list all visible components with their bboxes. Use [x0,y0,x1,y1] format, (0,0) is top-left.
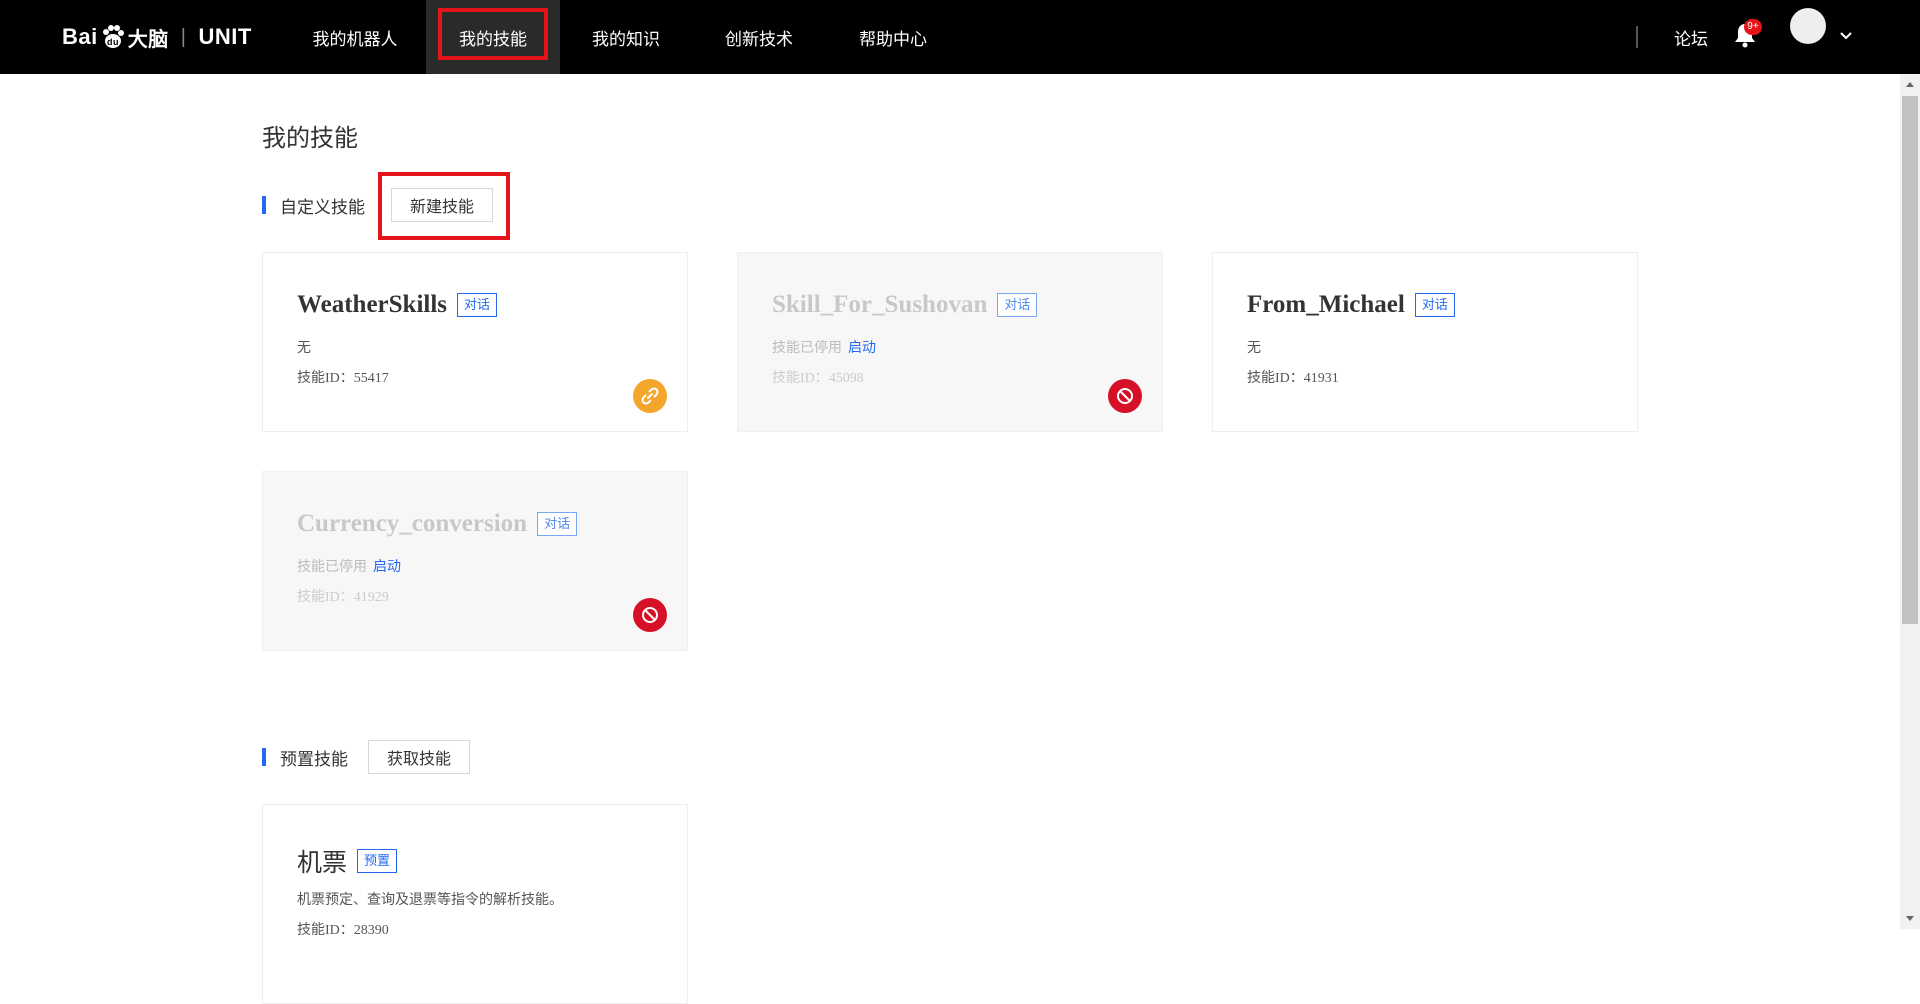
skill-card[interactable]: Skill_For_Sushovan 对话 技能已停用 启动 技能ID：45098 [737,252,1163,432]
card-title-row: From_Michael 对话 [1247,291,1455,319]
baidu-unit-logo[interactable]: Bai du 大脑 | UNIT [62,14,252,60]
get-skill-button[interactable]: 获取技能 [368,740,471,774]
nav-my-knowledge[interactable]: 我的知识 [560,0,692,74]
forum-link[interactable]: 论坛 [1674,25,1708,50]
custom-skills-label: 自定义技能 [280,197,365,217]
baidu-paw-icon: du [102,25,124,48]
main-nav: 我的机器人 我的技能 我的知识 创新技术 帮助中心 [296,0,960,74]
skill-card[interactable]: Currency_conversion 对话 技能已停用 启动 技能ID：4192… [262,471,688,651]
preset-skill-card[interactable]: 机票 预置 机票预定、查询及退票等指令的解析技能。 技能ID：28390 [262,804,688,1004]
skill-name[interactable]: 机票 [297,843,347,879]
skill-name[interactable]: Skill_For_Sushovan [772,291,987,319]
scroll-down-icon[interactable] [1906,916,1914,921]
topbar-divider [1636,26,1638,48]
ban-icon[interactable] [633,598,667,632]
skill-type-tag: 对话 [1414,293,1455,317]
skill-disabled-text: 技能已停用 [772,339,842,355]
skill-type-tag: 对话 [537,512,578,536]
highlight-box [378,172,510,240]
svg-text:du: du [107,37,119,47]
link-glyph [641,387,659,405]
skill-description: 无 [297,339,311,355]
skill-id: 技能ID：55417 [297,371,389,386]
card-title-row: WeatherSkills 对话 [297,291,498,319]
scroll-up-icon[interactable] [1906,82,1914,87]
notification-badge: 9+ [1744,19,1762,35]
avatar[interactable] [1790,8,1826,44]
skill-type-tag: 对话 [457,293,498,317]
nav-my-skills[interactable]: 我的技能 [426,0,560,74]
skill-description: 技能已停用 启动 [772,337,876,357]
skill-name[interactable]: From_Michael [1247,291,1405,319]
skill-disabled-text: 技能已停用 [297,558,367,574]
ban-icon[interactable] [1108,379,1142,413]
skill-id: 技能ID：41929 [297,590,389,605]
skill-card[interactable]: From_Michael 对话 无 技能ID：41931 [1212,252,1638,432]
card-title-row: Currency_conversion 对话 [297,510,578,538]
chevron-down-icon[interactable] [1838,28,1854,44]
skill-type-tag: 预置 [357,849,398,873]
nav-my-robots[interactable]: 我的机器人 [296,0,414,74]
logo-brain: 大脑 [127,28,169,51]
enable-link[interactable]: 启动 [848,339,876,355]
logo-bai: Bai [62,24,98,49]
preset-skills-label: 预置技能 [280,749,348,769]
card-title-row: 机票 预置 [297,843,398,879]
preset-skills-header: 预置技能 获取技能 [262,740,471,774]
skill-description: 技能已停用 启动 [297,556,401,576]
skill-name[interactable]: WeatherSkills [297,291,447,319]
skill-name[interactable]: Currency_conversion [297,510,527,538]
highlight-box [438,8,548,60]
enable-link[interactable]: 启动 [373,558,401,574]
skill-description: 无 [1247,339,1261,355]
nav-innovation[interactable]: 创新技术 [692,0,826,74]
top-navbar: Bai du 大脑 | UNIT 我的机器人 我的技能 我的知识 创新技术 帮助… [0,0,1920,74]
page-title: 我的技能 [262,124,358,152]
link-icon[interactable] [633,379,667,413]
logo-separator: | [180,25,187,48]
skill-type-tag: 对话 [997,293,1038,317]
logo-unit: UNIT [198,24,252,49]
skill-card[interactable]: WeatherSkills 对话 无 技能ID：55417 [262,252,688,432]
skill-description: 机票预定、查询及退票等指令的解析技能。 [297,891,563,907]
scrollbar-thumb[interactable] [1902,96,1918,624]
ban-glyph [1117,388,1133,404]
card-title-row: Skill_For_Sushovan 对话 [772,291,1038,319]
section-marker [262,748,266,766]
skill-id: 技能ID：45098 [772,371,864,386]
ban-glyph [642,607,658,623]
section-marker [262,196,266,214]
skill-id: 技能ID：41931 [1247,371,1339,386]
nav-help-center[interactable]: 帮助中心 [826,0,960,74]
skill-id: 技能ID：28390 [297,923,389,938]
vertical-scrollbar[interactable] [1900,74,1920,929]
